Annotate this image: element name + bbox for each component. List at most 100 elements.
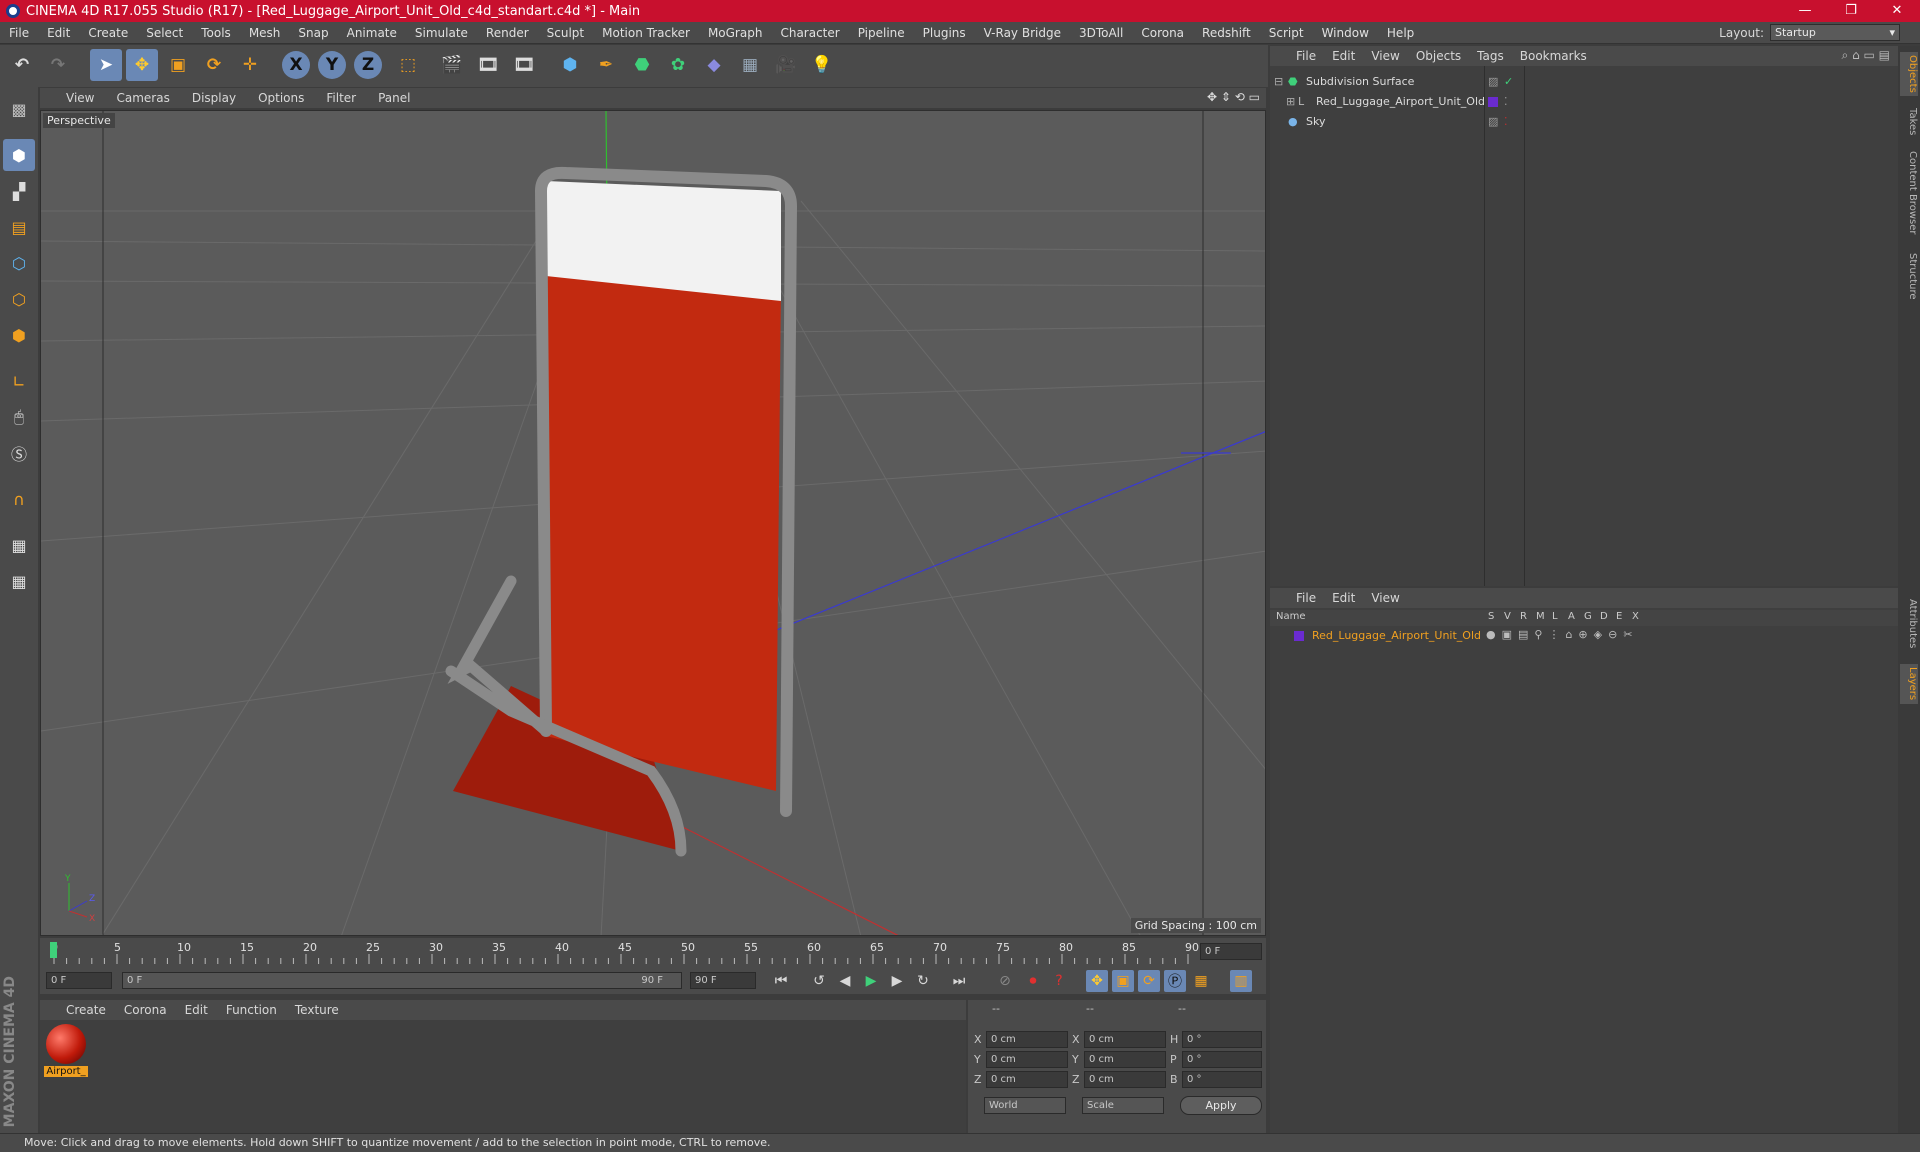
size-y-field[interactable]: 0 cm [1084,1051,1166,1068]
layer-color-swatch[interactable] [1294,631,1304,641]
x-axis-button[interactable]: X [282,51,310,79]
goto-end-button[interactable]: ⏭ [948,970,970,992]
move-tool-button[interactable]: ✥ [126,49,158,81]
goto-start-button[interactable]: ⏮ [770,970,792,992]
start-frame-field[interactable]: 0 F [46,972,112,989]
obj-menu-view[interactable]: View [1363,49,1407,63]
pos-y-field[interactable]: 0 cm [986,1051,1068,1068]
apply-button[interactable]: Apply [1180,1096,1262,1115]
key-parameter-button[interactable]: Ⓟ [1164,970,1186,992]
menu-redshift[interactable]: Redshift [1193,26,1260,40]
key-pla-button[interactable]: ▦ [1190,970,1212,992]
tab-layers[interactable]: Layers [1900,664,1918,704]
coord-mode-select[interactable]: World [984,1097,1066,1114]
viewport-menu-cameras[interactable]: Cameras [105,91,180,105]
menu-character[interactable]: Character [771,26,848,40]
deformer-button[interactable]: ◆ [698,49,730,81]
scale-tool-button[interactable]: ▣ [162,49,194,81]
viewport-nav-icons[interactable]: ✥ ⇕ ⟲ ▭ [1207,90,1260,104]
coord-scale-select[interactable]: Scale [1082,1097,1164,1114]
layer-toggles-icons[interactable]: ●▣▤⚲⋮⌂⊕◈⊖✂ [1486,628,1639,641]
mat-menu-function[interactable]: Function [217,1003,286,1017]
key-scale-button[interactable]: ▣ [1112,970,1134,992]
menu-plugins[interactable]: Plugins [914,26,975,40]
rotate-tool-button[interactable]: ⟳ [198,49,230,81]
light-button[interactable]: 💡 [806,49,838,81]
close-button[interactable]: ✕ [1874,0,1920,22]
points-mode-button[interactable]: ⬡ [3,247,35,279]
key-position-button[interactable]: ✥ [1086,970,1108,992]
layer-menu-file[interactable]: File [1288,591,1324,605]
render-dots-icon[interactable]: ⁚ [1504,93,1508,111]
workplane-mode-button[interactable]: ▤ [3,211,35,243]
pen-spline-button[interactable]: ✒ [590,49,622,81]
pos-x-field[interactable]: 0 cm [986,1031,1068,1048]
menu-mesh[interactable]: Mesh [240,26,290,40]
undo-button[interactable]: ↶ [6,49,38,81]
menu-animate[interactable]: Animate [338,26,406,40]
mat-menu-create[interactable]: Create [40,1003,115,1017]
render-settings-button[interactable]: 🎞 [508,49,540,81]
prev-key-button[interactable]: ↺ [808,970,830,992]
layer-col-e[interactable]: E [1616,611,1622,622]
obj-search-icons[interactable]: ⌕ ⌂ ▭ ▤ [1842,48,1890,63]
mat-menu-corona[interactable]: Corona [115,1003,176,1017]
material-swatch[interactable]: Airport_ [44,1024,88,1082]
menu-create[interactable]: Create [79,26,137,40]
cloner-button[interactable]: ✿ [662,49,694,81]
keyframe-selection-button[interactable]: ? [1048,970,1070,992]
layer-menu-edit[interactable]: Edit [1324,591,1363,605]
mat-menu-texture[interactable]: Texture [286,1003,348,1017]
cube-button[interactable]: ⬢ [554,49,586,81]
current-frame-field[interactable]: 0 F [1200,943,1262,960]
render-dots-icon[interactable]: ⁚ [1504,113,1508,131]
axis-mode-button[interactable]: ∟ [3,365,35,397]
layout-select[interactable]: Startup [1770,24,1900,41]
viewport-menu-options[interactable]: Options [247,91,315,105]
floor-button[interactable]: ▦ [734,49,766,81]
menu-pipeline[interactable]: Pipeline [849,26,914,40]
menu-help[interactable]: Help [1378,26,1423,40]
redo-button[interactable]: ↷ [42,49,74,81]
workplane-lock-button[interactable]: ▦ [3,529,35,561]
pos-z-field[interactable]: 0 cm [986,1071,1068,1088]
obj-menu-objects[interactable]: Objects [1408,49,1469,63]
tab-attributes[interactable]: Attributes [1900,592,1918,656]
subdivision-button[interactable]: ⬣ [626,49,658,81]
next-frame-button[interactable]: ▶ [886,970,908,992]
camera-button[interactable]: 🎥 [770,49,802,81]
render-view-button[interactable]: 🎬 [436,49,468,81]
menu-simulate[interactable]: Simulate [406,26,477,40]
layer-col-x[interactable]: X [1632,611,1639,622]
menu-mograph[interactable]: MoGraph [699,26,772,40]
tab-takes[interactable]: Takes [1900,104,1918,140]
menu-select[interactable]: Select [137,26,192,40]
3d-viewport[interactable]: Y Z X Perspective Grid Spacing : 100 cm [40,110,1266,936]
viewport-menu-display[interactable]: Display [181,91,247,105]
menu-vray-bridge[interactable]: V-Ray Bridge [975,26,1070,40]
play-button[interactable]: ▶ [860,970,882,992]
next-key-button[interactable]: ↻ [912,970,934,992]
enabled-check-icon[interactable]: ✓ [1504,73,1513,91]
menu-window[interactable]: Window [1313,26,1378,40]
transform-tool-button[interactable]: ✛ [234,49,266,81]
menu-tools[interactable]: Tools [192,26,240,40]
rot-b-field[interactable]: 0 ° [1182,1071,1262,1088]
visibility-toggle[interactable]: ▨ [1488,73,1498,91]
maximize-button[interactable]: ❐ [1828,0,1874,22]
make-editable-button[interactable]: ▩ [3,93,35,125]
rot-p-field[interactable]: 0 ° [1182,1051,1262,1068]
size-x-field[interactable]: 0 cm [1084,1031,1166,1048]
texture-mode-button[interactable]: ▞ [3,175,35,207]
size-z-field[interactable]: 0 cm [1084,1071,1166,1088]
coordinate-system-button[interactable]: ⬚ [392,49,424,81]
menu-file[interactable]: File [0,26,38,40]
menu-script[interactable]: Script [1260,26,1313,40]
viewport-menu-panel[interactable]: Panel [367,91,421,105]
layer-col-m[interactable]: M [1536,611,1545,622]
object-row-subdivision[interactable]: ⊟ ⬣ Subdivision Surface ▨ ✓ [1270,73,1898,91]
frame-range-slider[interactable]: 0 F 90 F [122,972,682,989]
end-frame-field[interactable]: 90 F [690,972,756,989]
layer-col-r[interactable]: R [1520,611,1527,622]
visibility-toggle[interactable]: ▨ [1488,113,1498,131]
